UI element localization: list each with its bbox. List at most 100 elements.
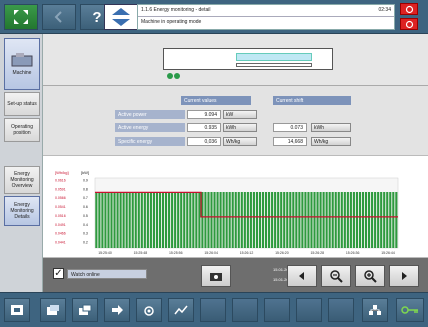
empty-slot-1 [200, 298, 226, 322]
arrow-left-icon [299, 272, 304, 280]
bar [377, 192, 380, 248]
bar [180, 192, 183, 248]
bar [307, 192, 310, 248]
bar [313, 192, 316, 248]
bar [198, 192, 201, 248]
zoom-out-icon [330, 270, 343, 283]
watch-online-checkbox[interactable]: ✓ [53, 268, 64, 279]
shift-energy-value: 0.073 [273, 123, 307, 132]
bar [143, 192, 146, 248]
y2-tick-label: 0.6 [83, 205, 88, 209]
stop-button-1[interactable] [400, 3, 418, 15]
bar [368, 192, 371, 248]
bar [274, 192, 277, 248]
bar [255, 192, 259, 248]
bar [331, 192, 334, 248]
bar [168, 192, 171, 248]
machine-view-button[interactable] [4, 298, 30, 322]
arrow-right-icon [402, 272, 407, 280]
y1-tick-label: 0.0516 [55, 214, 66, 218]
bar [95, 192, 98, 248]
bar [386, 192, 389, 248]
bar [349, 192, 352, 248]
export-icon [210, 273, 222, 281]
sidebar-item-energy-overview[interactable]: Energy Monitoring Overview [4, 166, 40, 194]
bar [298, 192, 301, 248]
bar [322, 192, 325, 248]
bar [131, 192, 134, 248]
bar [192, 192, 195, 248]
stop-icon [405, 5, 413, 13]
bar [268, 192, 271, 248]
active-power-unit: kW [223, 110, 257, 119]
bar [107, 192, 110, 248]
y1-tick-label: 0.0566 [55, 196, 66, 200]
key-icon [401, 306, 418, 314]
bar [104, 192, 107, 248]
bar [358, 192, 362, 248]
screen-icon [11, 305, 23, 315]
sidebar-item-energy-details[interactable]: Energy Monitoring Details [4, 196, 40, 226]
y2-axis-label: [kW] [81, 170, 89, 175]
camera-button[interactable] [136, 298, 162, 322]
sidebar-item-machine[interactable]: Machine [4, 38, 40, 90]
back-button[interactable] [42, 4, 76, 30]
active-energy-label: Active energy [115, 123, 185, 132]
x-tick-label: 15:26:44 [381, 251, 395, 255]
view-toggle-button[interactable] [104, 4, 138, 30]
bar [216, 192, 219, 248]
network-button[interactable] [362, 298, 388, 322]
bar [213, 192, 216, 248]
bar [292, 192, 295, 248]
bar [222, 192, 225, 248]
bar [158, 192, 162, 248]
y2-tick-label: 0.2 [83, 241, 88, 245]
title-box: 1.1.6 Energy monitoring - detail 02:34 M… [137, 4, 395, 30]
bar [264, 192, 268, 248]
bar [319, 192, 322, 248]
bar [110, 192, 113, 248]
bar [161, 192, 165, 248]
production-button[interactable] [104, 298, 130, 322]
y1-tick-label: 0.0466 [55, 232, 66, 236]
bar [258, 192, 262, 248]
bar [334, 192, 337, 248]
bar [204, 192, 207, 248]
bar [231, 192, 234, 248]
bar [186, 192, 189, 248]
trend-button[interactable] [168, 298, 194, 322]
bar [225, 192, 228, 248]
bar [361, 192, 365, 248]
export-button[interactable] [201, 265, 231, 287]
sidebar-item-setup-status[interactable]: Set-up status [4, 92, 40, 116]
stop-button-2[interactable] [400, 18, 418, 30]
y1-tick-label: 0.0591 [55, 187, 66, 191]
shift-specific-energy-unit: Wh/kg [311, 137, 351, 146]
next-button[interactable] [389, 265, 419, 287]
previous-button[interactable] [287, 265, 317, 287]
home-button[interactable] [4, 4, 38, 30]
sidebar-item-label: Energy Monitoring Details [10, 202, 34, 220]
camera-icon [144, 306, 154, 316]
bar [98, 192, 101, 248]
bar [380, 192, 383, 248]
bar [301, 192, 304, 248]
y1-tick-label: 0.0616 [55, 179, 66, 183]
bar [113, 192, 116, 248]
bar [249, 192, 252, 248]
zoom-in-button[interactable] [355, 265, 385, 287]
zoom-out-button[interactable] [321, 265, 351, 287]
bar [280, 192, 283, 248]
current-values-header: Current values [181, 96, 251, 105]
windows-button[interactable] [72, 298, 98, 322]
empty-slot-5 [328, 298, 354, 322]
y2-tick-label: 0.7 [83, 196, 88, 200]
bar [164, 192, 168, 248]
sidebar-item-operating-position[interactable]: Operating position [4, 118, 40, 142]
bar [116, 192, 119, 248]
overview-button[interactable] [40, 298, 66, 322]
bar [146, 192, 149, 248]
login-button[interactable] [396, 298, 424, 322]
bar [325, 192, 328, 248]
empty-slot-3 [264, 298, 290, 322]
